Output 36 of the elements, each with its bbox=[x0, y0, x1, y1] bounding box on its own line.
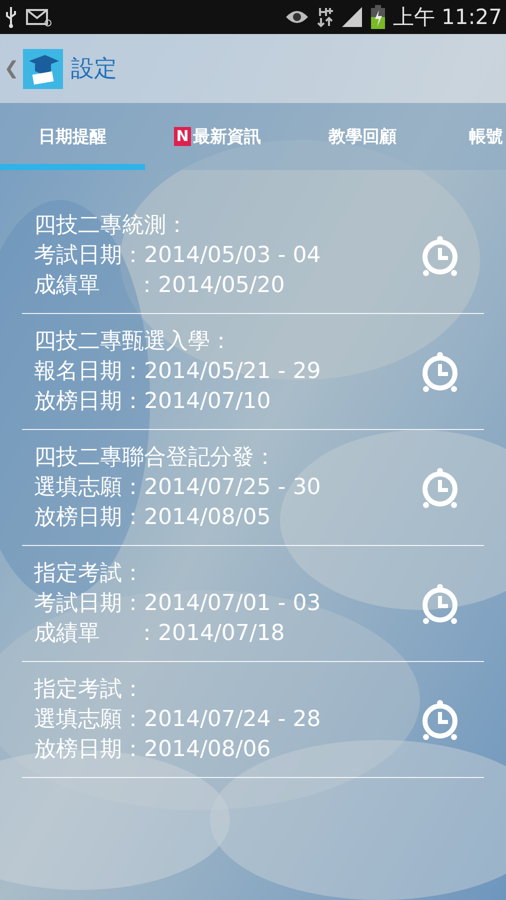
reminder-date: 考試日期：2014/07/01 - 03 bbox=[34, 590, 322, 618]
tab[interactable]: 帳號 bbox=[435, 103, 506, 170]
status-time: 上午 11:27 bbox=[392, 4, 502, 31]
screen-title: 設定 bbox=[71, 55, 118, 84]
reminder-date: 放榜日期：2014/08/05 bbox=[34, 504, 272, 532]
signal-icon bbox=[340, 6, 363, 28]
reminder-date: 放榜日期：2014/07/10 bbox=[34, 388, 272, 416]
reminder-date: 報名日期：2014/05/21 - 29 bbox=[34, 358, 322, 386]
alarm-clock-icon[interactable] bbox=[420, 582, 460, 624]
usb-icon bbox=[4, 6, 18, 28]
reminder-date: 成績單 ：2014/05/20 bbox=[34, 272, 286, 300]
app-logo-icon bbox=[23, 48, 64, 88]
reminder-date: 考試日期：2014/05/03 - 04 bbox=[34, 242, 322, 270]
reminder-date: 選填志願：2014/07/24 - 28 bbox=[34, 706, 322, 734]
data-arrows-icon bbox=[316, 6, 333, 28]
reminder-title: 四技二專統測： bbox=[34, 212, 189, 240]
reminder-title: 指定考試： bbox=[34, 560, 145, 588]
tab-label[interactable]: 最新資訊 bbox=[192, 125, 261, 148]
alarm-clock-icon[interactable] bbox=[420, 466, 460, 508]
alarm-clock-icon[interactable] bbox=[420, 234, 460, 276]
back-button[interactable]: ❮ bbox=[4, 58, 20, 79]
tab[interactable]: 教學回顧 bbox=[290, 103, 435, 170]
eye-icon bbox=[284, 9, 309, 25]
reminder-date: 選填志願：2014/07/25 - 30 bbox=[34, 474, 322, 502]
reminder-title: 四技二專聯合登記分發： bbox=[34, 444, 277, 472]
alarm-clock-icon[interactable] bbox=[420, 698, 460, 740]
reminder-date: 放榜日期：2014/08/06 bbox=[34, 736, 272, 764]
tab[interactable]: 日期提醒 bbox=[0, 103, 145, 170]
reminder-date: 成績單 ：2014/07/18 bbox=[34, 620, 286, 648]
alarm-clock-icon[interactable] bbox=[420, 350, 460, 392]
reminder-title: 指定考試： bbox=[34, 676, 145, 704]
battery-icon bbox=[370, 5, 385, 29]
mail-icon bbox=[26, 7, 52, 27]
news-badge: N bbox=[174, 127, 191, 146]
reminder-title: 四技二專甄選入學： bbox=[34, 328, 233, 356]
tab[interactable]: N 最新資訊 bbox=[145, 103, 290, 170]
